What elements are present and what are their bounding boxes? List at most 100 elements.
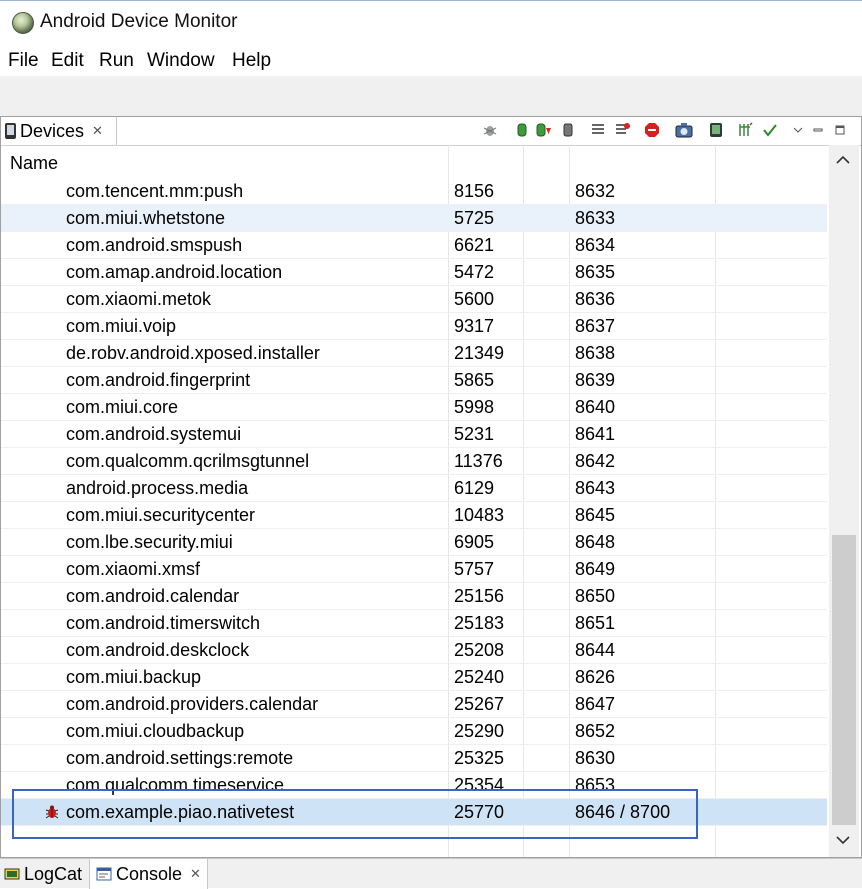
main-toolbar	[0, 76, 862, 116]
process-name: com.tencent.mm:push	[66, 181, 244, 201]
vertical-scrollbar[interactable]	[829, 145, 859, 857]
debug-port: 8644	[575, 640, 616, 660]
close-icon[interactable]: ✕	[92, 123, 103, 139]
scroll-up-icon[interactable]	[835, 153, 851, 169]
screen-capture-icon[interactable]	[675, 121, 693, 139]
table-row[interactable]: com.miui.backup 25240 8626	[1, 664, 827, 691]
process-pid: 5600	[454, 289, 495, 309]
process-table: Name com.tencent.mm:push 8156 8632 com.m…	[1, 145, 829, 857]
process-pid: 25156	[454, 586, 505, 606]
menu-file[interactable]: File	[8, 50, 39, 72]
table-row[interactable]: com.xiaomi.metok 5600 8636	[1, 286, 827, 313]
debug-port: 8652	[575, 721, 616, 741]
dump-hprof-icon[interactable]	[535, 121, 553, 139]
minimize-icon[interactable]	[809, 121, 827, 139]
table-row[interactable]: com.android.providers.calendar 25267 864…	[1, 691, 827, 718]
process-name: com.qualcomm.qcrilmsgtunnel	[66, 451, 310, 471]
console-icon	[96, 867, 112, 881]
column-header-name[interactable]: Name	[10, 153, 58, 174]
table-header: Name	[1, 151, 829, 177]
systrace-icon[interactable]	[737, 121, 755, 139]
table-row[interactable]: com.tencent.mm:push 8156 8632	[1, 178, 827, 205]
debug-port: 8636	[575, 289, 616, 309]
table-row[interactable]: com.android.smspush 6621 8634	[1, 232, 827, 259]
debug-port: 8626	[575, 667, 616, 687]
table-row[interactable]: android.process.media 6129 8643	[1, 475, 827, 502]
process-pid: 6129	[454, 478, 495, 498]
debug-port: 8648	[575, 532, 616, 552]
dump-view-hierarchy-icon[interactable]	[707, 121, 725, 139]
process-name: com.miui.backup	[66, 667, 202, 687]
table-row[interactable]: com.miui.securitycenter 10483 8645	[1, 502, 827, 529]
tab-console-label: Console	[116, 863, 183, 884]
table-row[interactable]: com.android.fingerprint 5865 8639	[1, 367, 827, 394]
table-row[interactable]: com.miui.core 5998 8640	[1, 394, 827, 421]
process-name: com.miui.cloudbackup	[66, 721, 245, 741]
process-pid: 5725	[454, 208, 495, 228]
table-row[interactable]: de.robv.android.xposed.installer 21349 8…	[1, 340, 827, 367]
opengl-trace-icon[interactable]	[761, 121, 779, 139]
debug-port: 8635	[575, 262, 616, 282]
process-name: android.process.media	[66, 478, 249, 498]
process-pid: 21349	[454, 343, 505, 363]
debug-port: 8640	[575, 397, 616, 417]
update-heap-icon[interactable]	[513, 121, 531, 139]
process-name: com.android.providers.calendar	[66, 694, 319, 714]
menu-edit[interactable]: Edit	[51, 50, 84, 72]
table-row[interactable]: com.xiaomi.xmsf 5757 8649	[1, 556, 827, 583]
tab-logcat-label: LogCat	[24, 863, 83, 884]
debug-port: 8641	[575, 424, 616, 444]
debug-port: 8650	[575, 586, 616, 606]
process-pid: 10483	[454, 505, 505, 525]
table-row[interactable]: com.android.deskclock 25208 8644	[1, 637, 827, 664]
process-name: com.xiaomi.metok	[66, 289, 212, 309]
table-row[interactable]: com.miui.voip 9317 8637	[1, 313, 827, 340]
process-pid: 25208	[454, 640, 505, 660]
devices-view: Devices ✕ Name com.tencent.mm:push 8156 …	[0, 116, 862, 858]
menu-window[interactable]: Window	[147, 50, 215, 72]
process-pid: 11376	[454, 451, 503, 471]
process-pid: 6905	[454, 532, 495, 552]
process-pid: 8156	[454, 181, 495, 201]
debug-port: 8649	[575, 559, 616, 579]
tab-logcat[interactable]: LogCat	[4, 859, 82, 889]
scroll-down-icon[interactable]	[835, 833, 851, 849]
stop-process-icon[interactable]	[643, 121, 661, 139]
menu-bar: File Edit Run Window Help	[0, 44, 862, 76]
android-device-monitor-icon	[12, 12, 34, 34]
table-row[interactable]: com.miui.cloudbackup 25290 8652	[1, 718, 827, 745]
close-icon[interactable]: ✕	[190, 866, 201, 882]
cause-gc-icon[interactable]	[559, 121, 577, 139]
table-row[interactable]: com.miui.whetstone 5725 8633	[1, 205, 827, 232]
debug-port: 8632	[575, 181, 616, 201]
title-bar: Android Device Monitor	[0, 0, 862, 44]
process-name: com.miui.securitycenter	[66, 505, 256, 525]
window-title: Android Device Monitor	[40, 11, 238, 32]
table-row[interactable]: com.android.timerswitch 25183 8651	[1, 610, 827, 637]
table-row[interactable]: com.qualcomm.qcrilmsgtunnel 11376 8642	[1, 448, 827, 475]
update-threads-icon[interactable]	[589, 121, 607, 139]
tab-devices[interactable]: Devices ✕	[1, 117, 117, 145]
process-name: com.android.smspush	[66, 235, 243, 255]
table-row[interactable]: com.android.systemui 5231 8641	[1, 421, 827, 448]
process-pid: 25267	[454, 694, 505, 714]
debug-port: 8633	[575, 208, 616, 228]
process-pid: 5472	[454, 262, 495, 282]
process-pid: 6621	[454, 235, 495, 255]
table-row[interactable]: com.android.calendar 25156 8650	[1, 583, 827, 610]
process-name: com.android.settings:remote	[66, 748, 294, 768]
table-row[interactable]: com.amap.android.location 5472 8635	[1, 259, 827, 286]
table-row[interactable]: com.lbe.security.miui 6905 8648	[1, 529, 827, 556]
start-method-profiling-icon[interactable]	[613, 121, 631, 139]
debug-port: 8647	[575, 694, 616, 714]
scrollbar-thumb[interactable]	[832, 535, 856, 825]
debug-port: 8634	[575, 235, 616, 255]
process-name: com.xiaomi.xmsf	[66, 559, 201, 579]
maximize-icon[interactable]	[831, 121, 849, 139]
view-menu-icon[interactable]	[789, 121, 807, 139]
table-row[interactable]: com.android.settings:remote 25325 8630	[1, 745, 827, 772]
debug-process-icon[interactable]	[481, 121, 499, 139]
menu-help[interactable]: Help	[232, 50, 271, 72]
tab-console[interactable]: Console ✕	[89, 859, 208, 889]
menu-run[interactable]: Run	[99, 50, 134, 72]
